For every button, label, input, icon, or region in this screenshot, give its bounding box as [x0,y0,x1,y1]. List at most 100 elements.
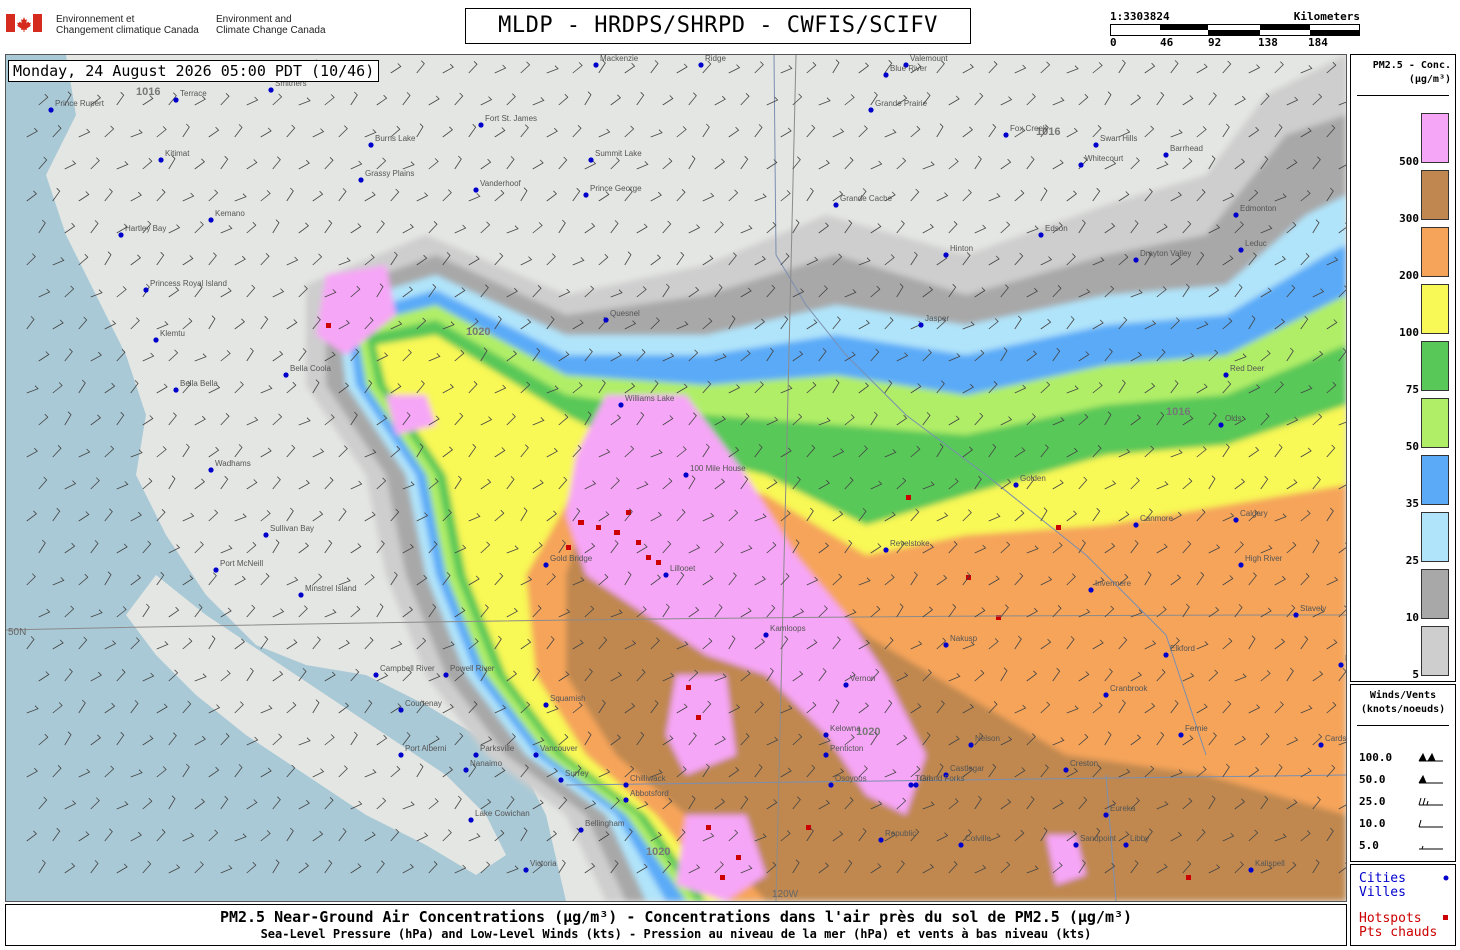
wind-barb-10-icon [1418,819,1443,828]
wind-speed-label: 25.0 [1359,795,1386,808]
wind-row-5: 5.0 [1359,839,1449,853]
city-dot [1103,692,1109,698]
city-label: Chilliwack [630,774,667,783]
wind-legend: Winds/Vents (knots/noeuds) 100.0 50.0 25… [1350,684,1456,862]
city-label: Vernon [850,674,875,683]
city-label: Grande Prairie [875,99,928,108]
legend-swatch [1421,284,1449,334]
legend-hotspots-en: Hotspots [1359,911,1422,926]
header-bar: Environnement et Changement climatique C… [0,0,1460,52]
dept-fr-line2: Changement climatique Canada [56,25,199,36]
city-label: Powell River [450,664,495,673]
scale-unit: Kilometers [1293,10,1360,23]
city-dot [533,752,539,758]
city-label: Olds [1225,414,1241,423]
city-dot [153,337,159,343]
city-label: Leduc [1245,239,1267,248]
pm25-legend-title-line1: PM2.5 - Conc. [1372,60,1451,71]
city-dot [368,142,374,148]
city-dot [1338,662,1344,668]
points-legend: Cities Villes Hotspots Pts chauds [1350,864,1456,946]
legend-swatch-label: 200 [1399,269,1419,282]
city-label: Lake Cowichan [475,809,530,818]
legend-swatch-label: 300 [1399,212,1419,225]
city-dot [1318,742,1324,748]
city-dot [828,782,834,788]
city-dot [943,642,949,648]
city-dot [1178,732,1184,738]
city-dot [1248,867,1254,873]
city-dot [918,322,924,328]
city-label: Gold Bridge [550,554,593,563]
forecast-map[interactable]: 50N 120W 1020 1020 1016 1016 1020 1016 P… [5,54,1347,902]
city-dot [173,97,179,103]
city-label: Sullivan Bay [270,524,314,533]
city-dot [623,782,629,788]
city-dot [1233,212,1239,218]
scale-tick-3: 138 [1258,36,1278,49]
city-label: Wadhams [215,459,251,468]
city-label: Fox Creek [1010,124,1048,133]
city-label: Kemano [215,209,245,218]
city-label: Invermere [1095,579,1132,588]
wind-row-10: 10.0 [1359,817,1449,831]
city-dot [443,672,449,678]
city-dot [268,87,274,93]
city-label: Libby [1130,834,1149,843]
dept-fr-line1: Environnement et [56,14,135,25]
city-dot [373,672,379,678]
legend-swatch [1421,227,1449,277]
city-label: Parksville [480,744,515,753]
city-label: Kitimat [165,149,190,158]
city-label: Bellingham [585,819,625,828]
city-dot [1003,132,1009,138]
city-dot [1063,767,1069,773]
wind-speed-label: 5.0 [1359,839,1379,852]
city-dot [473,752,479,758]
city-label: Drayton Valley [1140,249,1191,258]
city-dot [298,592,304,598]
city-label: Campbell River [380,664,435,673]
city-dot [398,752,404,758]
legend-swatch [1421,569,1449,619]
city-dot [763,632,769,638]
pm25-legend-title: PM2.5 - Conc. (μg/m³) [1351,59,1451,87]
city-label: Vancouver [540,744,578,753]
city-dot [463,767,469,773]
wind-speed-label: 50.0 [1359,773,1386,786]
city-dot [48,107,54,113]
city-dot [1073,842,1079,848]
city-dot [283,372,289,378]
city-label: Red Deer [1230,364,1265,373]
city-dot [683,472,689,478]
wind-barb-5-icon [1419,845,1443,850]
legend-divider [1357,95,1449,96]
isobar-label: 1020 [646,846,670,858]
city-label: Grassy Plains [365,169,414,178]
legend-hotspots-fr: Pts chauds [1359,925,1438,940]
city-label: Whitecourt [1085,154,1124,163]
city-label: Courtenay [405,699,442,708]
dept-en-line2: Climate Change Canada [216,25,326,36]
city-label: Prince Rupert [55,99,105,108]
city-label: Abbotsford [630,789,669,798]
city-label: Kalispell [1255,859,1285,868]
city-dot [208,217,214,223]
city-label: Lillooet [670,564,696,573]
wind-legend-title: Winds/Vents (knots/noeuds) [1351,689,1455,717]
wind-row-100: 100.0 [1359,751,1449,765]
city-dot [1103,812,1109,818]
wind-barb-50-icon [1418,775,1443,784]
city-label: Princess Royal Island [150,279,227,288]
legend-divider [1357,725,1449,726]
hotspot-square-icon [1443,915,1448,920]
scale-tick-4: 184 [1308,36,1328,49]
city-label: Prince George [590,184,642,193]
city-label: Grande Cache [840,194,893,203]
legend-swatch [1421,626,1449,676]
city-dot [1088,587,1094,593]
city-label: Calgary [1240,509,1268,518]
pm25-legend-title-line2: (μg/m³) [1408,74,1451,85]
footer-caption: PM2.5 Near-Ground Air Concentrations (μg… [5,904,1347,946]
city-dot [698,62,704,68]
